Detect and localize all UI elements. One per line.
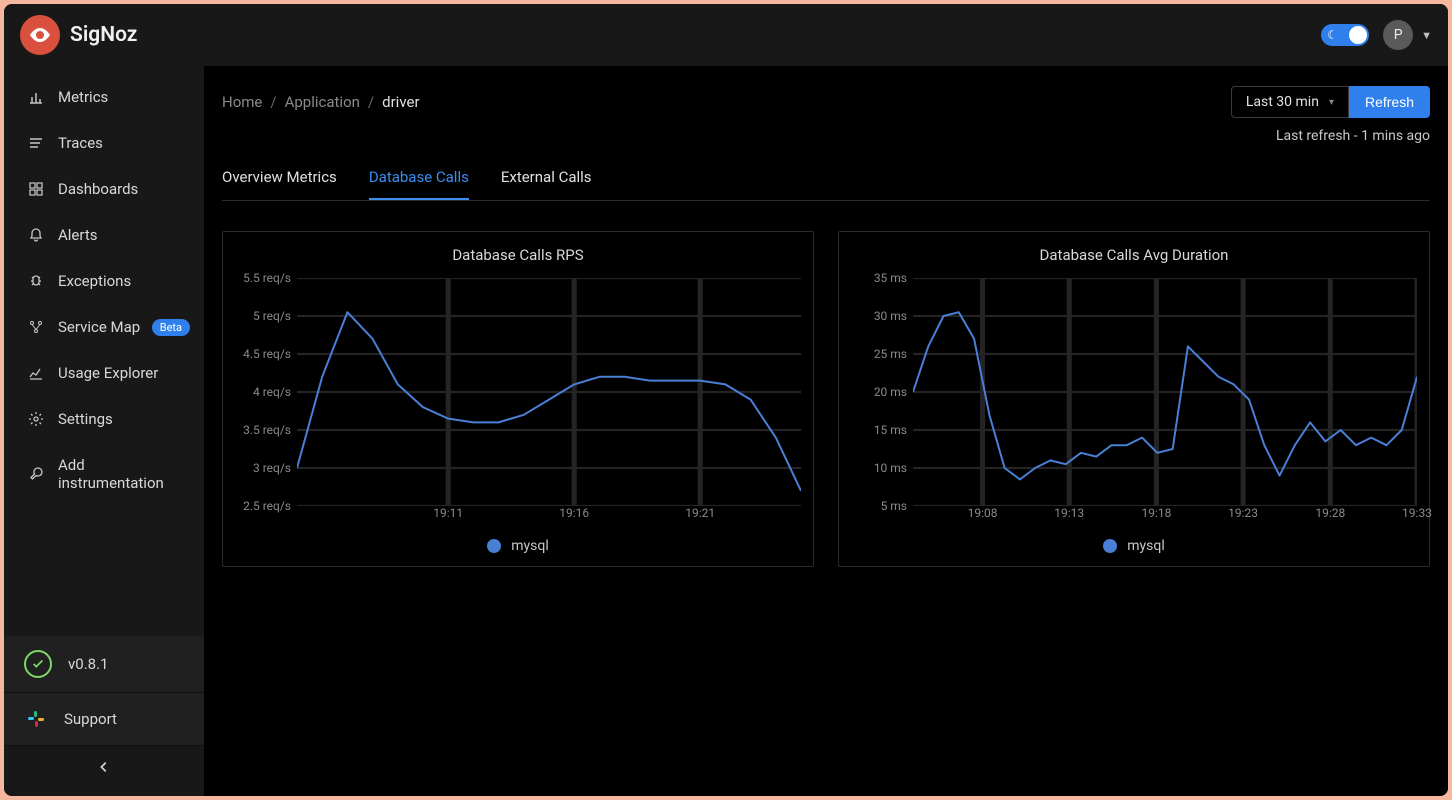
- legend-dot-icon: [487, 539, 501, 553]
- collapse-sidebar[interactable]: [4, 746, 204, 796]
- bar-chart-icon: [28, 89, 44, 105]
- line-chart-icon: [28, 365, 44, 381]
- legend-dot-icon: [1103, 539, 1117, 553]
- x-axis: 19:08 19:13 19:18 19:23 19:28 19:33: [913, 506, 1417, 526]
- last-refresh-label: Last refresh - 1 mins ago: [222, 128, 1430, 144]
- sidebar-item-dashboards[interactable]: Dashboards: [4, 166, 204, 212]
- tabs: Overview Metrics Database Calls External…: [222, 156, 1430, 201]
- plot-body[interactable]: [913, 278, 1417, 506]
- grid-icon: [28, 181, 44, 197]
- theme-toggle[interactable]: ☾: [1321, 24, 1369, 46]
- sidebar-item-label: Add instrumentation: [58, 456, 180, 492]
- breadcrumb-current: driver: [382, 93, 419, 111]
- app-name: SigNoz: [70, 23, 137, 47]
- sidebar-item-label: Traces: [58, 134, 103, 152]
- version-row[interactable]: v0.8.1: [4, 636, 204, 693]
- x-axis: 19:11 19:16 19:21: [297, 506, 801, 526]
- y-axis: 35 ms 30 ms 25 ms 20 ms 15 ms 10 ms 5 ms: [851, 278, 913, 506]
- caret-down-icon[interactable]: ▼: [1421, 29, 1432, 42]
- beta-badge: Beta: [152, 319, 190, 336]
- menu-icon: [28, 135, 44, 151]
- toggle-knob: [1349, 26, 1367, 44]
- sidebar-item-label: Metrics: [58, 88, 108, 106]
- bug-icon: [28, 273, 44, 289]
- wrench-icon: [28, 466, 44, 482]
- bell-icon: [28, 227, 44, 243]
- chevron-left-icon: [97, 760, 111, 774]
- version-label: v0.8.1: [68, 655, 108, 673]
- chevron-down-icon: ▾: [1329, 97, 1334, 108]
- tab-overview-metrics[interactable]: Overview Metrics: [222, 156, 337, 200]
- legend-label[interactable]: mysql: [1127, 538, 1165, 554]
- support-label: Support: [64, 710, 117, 728]
- branch-icon: [28, 319, 44, 335]
- breadcrumb-application[interactable]: Application: [285, 93, 360, 111]
- plot-body[interactable]: [297, 278, 801, 506]
- eye-icon: [28, 23, 52, 47]
- breadcrumb: Home / Application / driver: [222, 93, 420, 111]
- sidebar-item-exceptions[interactable]: Exceptions: [4, 258, 204, 304]
- main-content: Home / Application / driver Last 30 min …: [204, 66, 1448, 796]
- avatar[interactable]: P: [1383, 20, 1413, 50]
- slack-icon: [24, 707, 48, 731]
- gear-icon: [28, 411, 44, 427]
- y-axis: 5.5 req/s 5 req/s 4.5 req/s 4 req/s 3.5 …: [235, 278, 297, 506]
- time-range-select[interactable]: Last 30 min ▾: [1231, 86, 1349, 118]
- sidebar-item-label: Exceptions: [58, 272, 131, 290]
- moon-icon: ☾: [1327, 28, 1338, 42]
- sidebar-item-service-map[interactable]: Service Map Beta: [4, 304, 204, 350]
- sidebar-item-usage-explorer[interactable]: Usage Explorer: [4, 350, 204, 396]
- chart-database-calls-avg-duration: Database Calls Avg Duration 35 ms 30 ms …: [838, 231, 1430, 567]
- sidebar-item-settings[interactable]: Settings: [4, 396, 204, 442]
- sidebar-item-label: Alerts: [58, 226, 98, 244]
- titlebar: SigNoz ☾ P ▼: [4, 4, 1448, 66]
- sidebar-item-traces[interactable]: Traces: [4, 120, 204, 166]
- sidebar-item-label: Service Map: [58, 318, 140, 336]
- chart-title: Database Calls RPS: [235, 246, 801, 264]
- sidebar-item-label: Dashboards: [58, 180, 138, 198]
- sidebar-item-label: Settings: [58, 410, 113, 428]
- breadcrumb-home[interactable]: Home: [222, 93, 262, 111]
- tab-database-calls[interactable]: Database Calls: [369, 156, 469, 200]
- sidebar-item-metrics[interactable]: Metrics: [4, 74, 204, 120]
- sidebar-item-alerts[interactable]: Alerts: [4, 212, 204, 258]
- chart-title: Database Calls Avg Duration: [851, 246, 1417, 264]
- sidebar-item-add-instrumentation[interactable]: Add instrumentation: [4, 442, 204, 506]
- refresh-button[interactable]: Refresh: [1349, 86, 1430, 118]
- tab-external-calls[interactable]: External Calls: [501, 156, 592, 200]
- sidebar: Metrics Traces Dashboards Alerts: [4, 66, 204, 796]
- legend: mysql: [235, 538, 801, 554]
- sidebar-item-label: Usage Explorer: [58, 364, 158, 382]
- legend: mysql: [851, 538, 1417, 554]
- app-logo[interactable]: [20, 15, 60, 55]
- time-range-label: Last 30 min: [1246, 94, 1319, 110]
- check-circle-icon: [24, 650, 52, 678]
- legend-label[interactable]: mysql: [511, 538, 549, 554]
- chart-database-calls-rps: Database Calls RPS 5.5 req/s 5 req/s 4.5…: [222, 231, 814, 567]
- support-row[interactable]: Support: [4, 693, 204, 746]
